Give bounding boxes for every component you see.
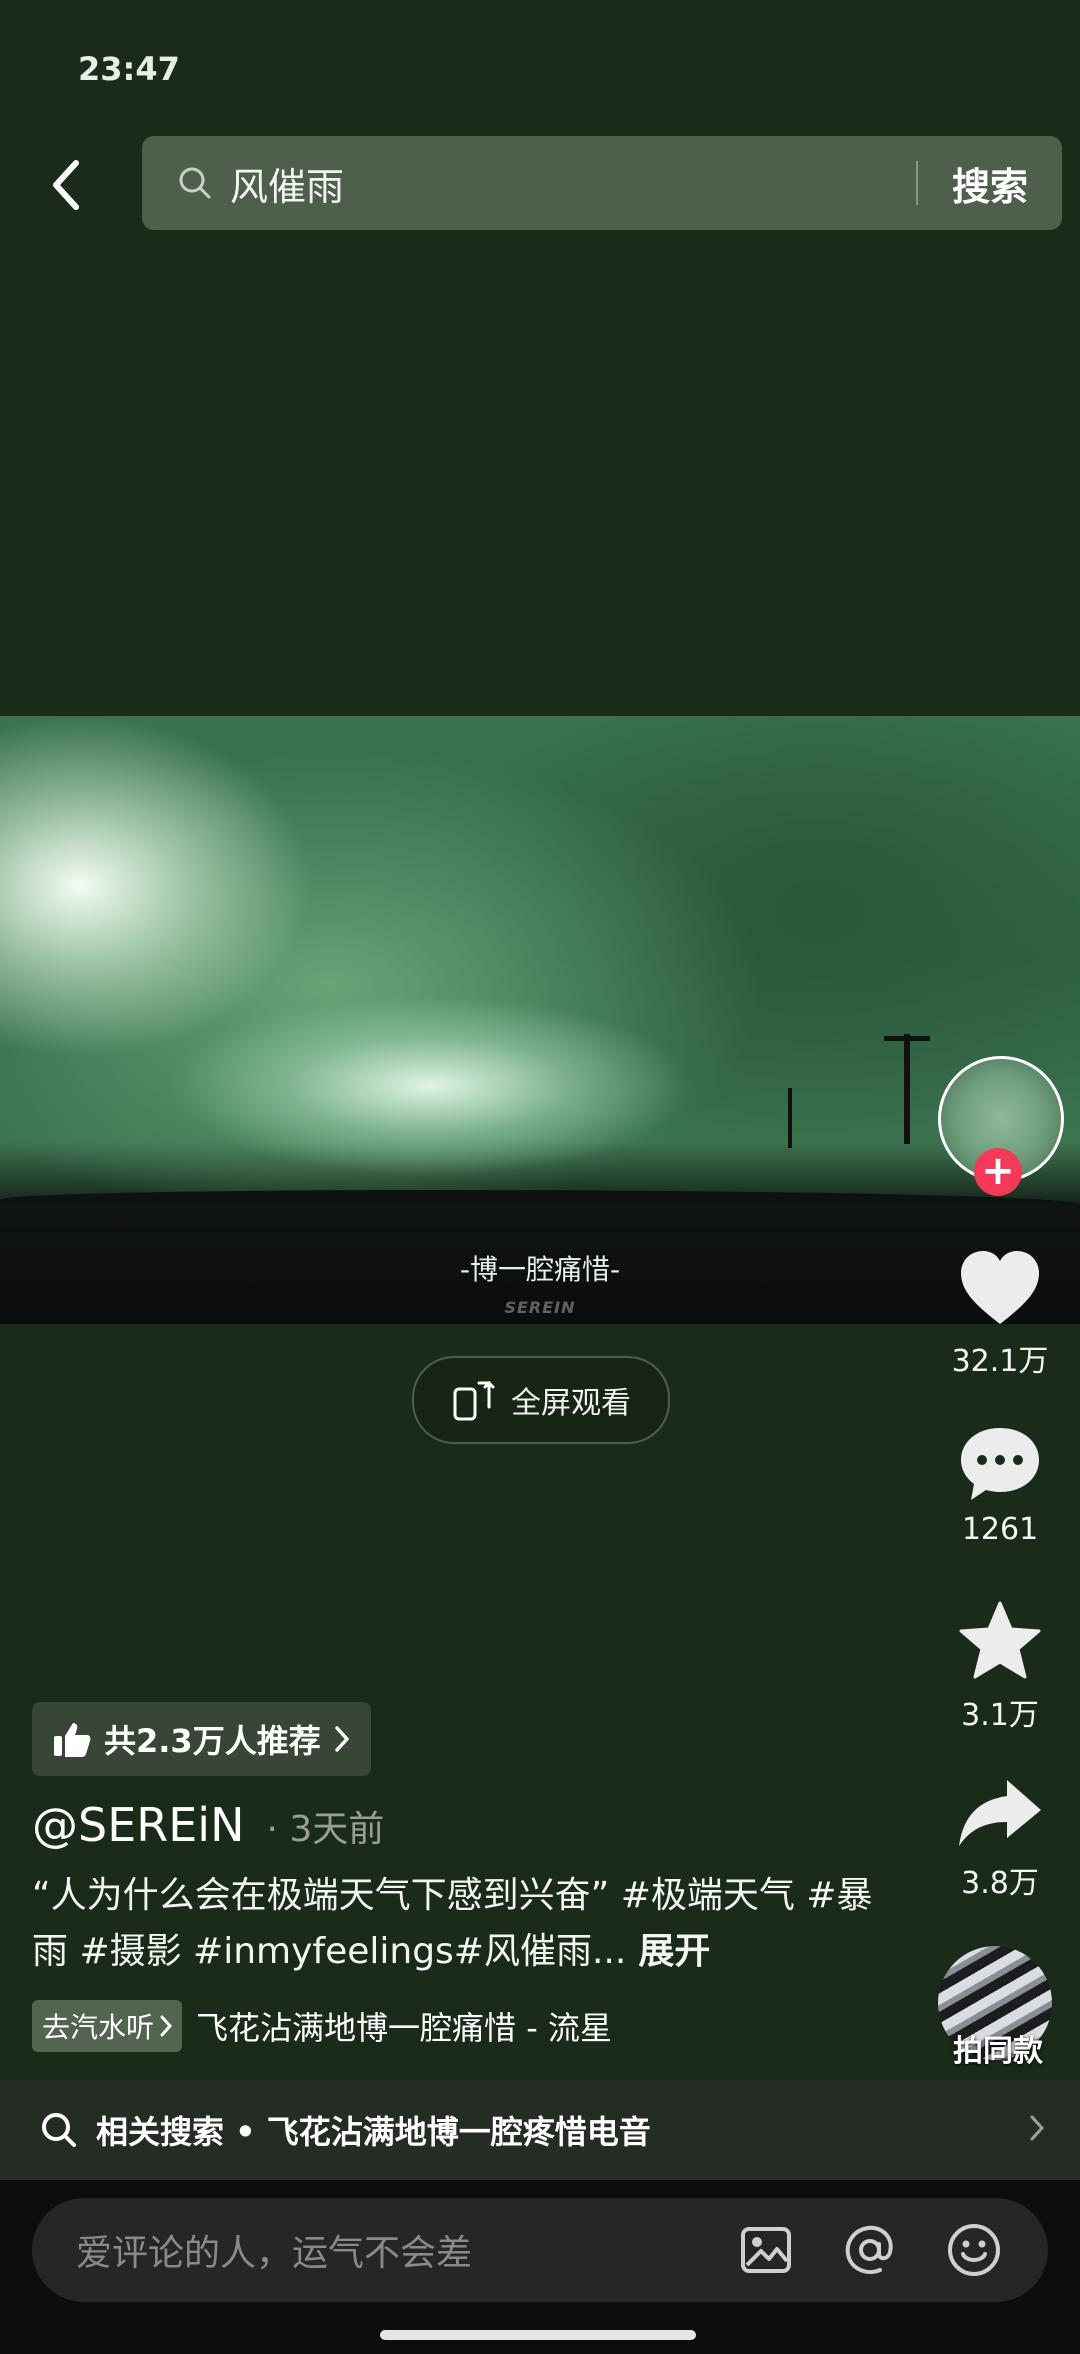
home-indicator[interactable] bbox=[380, 2330, 696, 2340]
video-pole bbox=[904, 1034, 910, 1144]
comment-placeholder: 爱评论的人，运气不会差 bbox=[76, 2233, 473, 2274]
author-line: @SEREiN · 3天前 bbox=[32, 1798, 384, 1852]
search-input[interactable]: 风催雨 bbox=[230, 156, 916, 211]
comment-input[interactable]: 爱评论的人，运气不会差 bbox=[32, 2198, 1048, 2302]
bottom-comment-area: 爱评论的人，运气不会差 bbox=[0, 2180, 1080, 2354]
chevron-right-icon bbox=[160, 2015, 173, 2037]
post-time: · 3天前 bbox=[266, 1809, 385, 1850]
fullscreen-rotate-icon bbox=[453, 1380, 495, 1421]
share-button[interactable]: 3.8万 bbox=[930, 1776, 1070, 1902]
mention-icon[interactable] bbox=[840, 2220, 900, 2280]
star-icon bbox=[959, 1601, 1041, 1679]
fullscreen-button[interactable]: 全屏观看 bbox=[412, 1356, 670, 1444]
video-pole-small bbox=[788, 1088, 792, 1148]
fullscreen-label: 全屏观看 bbox=[511, 1386, 631, 1421]
expand-button[interactable]: 展开 bbox=[638, 1931, 710, 1972]
post-description[interactable]: “人为什么会在极端天气下感到兴奋” #极端天气 #暴雨 #摄影 #inmyfee… bbox=[32, 1868, 892, 1980]
back-button[interactable] bbox=[40, 150, 90, 220]
search-button[interactable]: 搜索 bbox=[918, 156, 1062, 211]
favorite-button[interactable]: 3.1万 bbox=[930, 1600, 1070, 1734]
like-button[interactable]: 32.1万 bbox=[930, 1248, 1070, 1380]
video-pole-crossbar bbox=[884, 1036, 930, 1041]
thumbs-up-icon bbox=[54, 1723, 91, 1757]
author-avatar-group[interactable]: + bbox=[930, 1056, 1070, 1196]
related-search-bar[interactable]: 相关搜索 • 飞花沾满地博一腔疼惜电音 bbox=[0, 2080, 1080, 2180]
follow-button[interactable]: + bbox=[974, 1148, 1022, 1196]
video-caption: -博一腔痛惜- bbox=[459, 1253, 621, 1286]
image-icon[interactable] bbox=[736, 2220, 796, 2280]
same-style-button[interactable]: 拍同款 bbox=[938, 1946, 1058, 2069]
author-name[interactable]: @SEREiN bbox=[32, 1798, 244, 1852]
music-line[interactable]: 去汽水听 飞花沾满地博一腔痛惜 - 流星 bbox=[32, 2000, 612, 2052]
share-arrow-icon bbox=[959, 1780, 1041, 1846]
chevron-right-icon bbox=[334, 1726, 349, 1752]
chevron-left-icon bbox=[53, 160, 79, 210]
video-player[interactable]: -博一腔痛惜- SEREIN bbox=[0, 716, 1080, 1324]
emoji-icon[interactable] bbox=[944, 2220, 1004, 2280]
comment-count: 1261 bbox=[961, 1512, 1039, 1547]
description-text: “人为什么会在极端天气下感到兴奋” #极端天气 #暴雨 #摄影 #inmyfee… bbox=[32, 1875, 873, 1972]
recommend-badge[interactable]: 共2.3万人推荐 bbox=[32, 1702, 371, 1776]
related-search-text: 相关搜索 • 飞花沾满地博一腔疼惜电音 bbox=[96, 2113, 651, 2151]
favorite-count: 3.1万 bbox=[961, 1698, 1039, 1733]
chevron-right-icon bbox=[1028, 2113, 1046, 2147]
status-time: 23:47 bbox=[78, 50, 180, 88]
music-app-tag[interactable]: 去汽水听 bbox=[32, 2000, 183, 2052]
music-app-label: 去汽水听 bbox=[42, 2011, 155, 2044]
comment-button[interactable]: 1261 bbox=[930, 1424, 1070, 1547]
search-icon bbox=[178, 163, 218, 203]
same-style-label: 拍同款 bbox=[953, 2034, 1043, 2069]
search-icon bbox=[40, 2111, 78, 2149]
video-watermark: SEREIN bbox=[504, 1298, 576, 1317]
share-count: 3.8万 bbox=[961, 1866, 1039, 1901]
recommend-text: 共2.3万人推荐 bbox=[104, 1722, 321, 1760]
search-bar[interactable]: 风催雨 搜索 bbox=[142, 136, 1062, 230]
comment-bubble-icon bbox=[961, 1428, 1039, 1500]
heart-icon bbox=[961, 1251, 1039, 1324]
like-count: 32.1万 bbox=[951, 1344, 1049, 1379]
music-title: 飞花沾满地博一腔痛惜 - 流星 bbox=[196, 2009, 612, 2047]
